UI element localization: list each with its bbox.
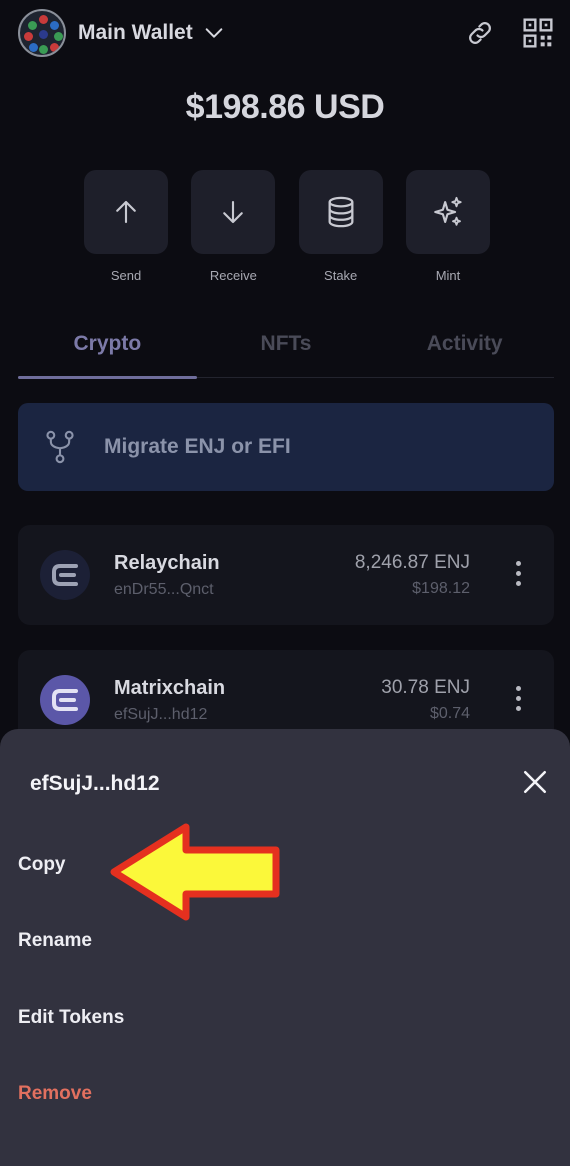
qr-code-icon[interactable] <box>522 17 554 49</box>
migrate-label: Migrate ENJ or EFI <box>104 435 291 458</box>
tab-crypto[interactable]: Crypto <box>18 322 197 379</box>
receive-action: Receive <box>191 170 276 283</box>
token-values: 8,246.87 ENJ $198.12 <box>355 552 470 598</box>
mint-label: Mint <box>435 268 461 283</box>
send-button[interactable] <box>84 170 168 254</box>
token-options-sheet: efSujJ...hd12 Copy Rename Edit Tokens Re… <box>0 729 570 1166</box>
token-values: 30.78 ENJ $0.74 <box>381 677 470 723</box>
total-balance: $198.86 USD <box>185 88 385 126</box>
edit-tokens-menu-item[interactable]: Edit Tokens <box>18 1007 124 1029</box>
header: Main Wallet <box>18 6 554 60</box>
send-action: Send <box>84 170 168 283</box>
token-amount: 30.78 ENJ <box>381 677 470 698</box>
sheet-title: efSujJ...hd12 <box>30 772 160 795</box>
chevron-down-icon[interactable] <box>203 22 225 44</box>
more-options-icon[interactable] <box>516 686 522 711</box>
stake-button[interactable] <box>298 170 383 254</box>
rename-menu-item[interactable]: Rename <box>18 930 92 952</box>
more-options-icon[interactable] <box>516 561 522 586</box>
stake-action: Stake <box>298 170 383 283</box>
tab-activity[interactable]: Activity <box>375 322 554 377</box>
token-usd-value: $198.12 <box>412 580 470 597</box>
token-info: Matrixchain efSujJ...hd12 <box>114 677 225 724</box>
stake-label: Stake <box>324 268 358 283</box>
copy-menu-item[interactable]: Copy <box>18 854 66 876</box>
enjin-logo-icon <box>40 550 90 600</box>
token-amount: 8,246.87 ENJ <box>354 552 470 573</box>
database-icon <box>328 196 354 228</box>
mint-button[interactable] <box>405 170 490 254</box>
wallet-screen: Main Wallet $198.86 USD Send Receive Sta… <box>0 0 570 1166</box>
receive-button[interactable] <box>191 170 276 254</box>
token-name: Matrixchain <box>114 676 226 699</box>
enjin-logo-icon <box>40 675 90 725</box>
send-label: Send <box>110 268 142 283</box>
migrate-banner[interactable]: Migrate ENJ or EFI <box>18 403 554 491</box>
action-bar: Send Receive Stake Mint <box>84 170 490 283</box>
token-address: efSujJ...hd12 <box>114 705 208 723</box>
token-card-relaychain[interactable]: Relaychain enDr55...Qnct 8,246.87 ENJ $1… <box>18 525 554 625</box>
arrow-up-icon <box>116 200 136 224</box>
annotation-arrow-icon <box>110 823 280 921</box>
wallet-name[interactable]: Main Wallet <box>78 21 193 45</box>
asset-tabs: Crypto NFTs Activity <box>18 322 554 379</box>
token-usd-value: $0.74 <box>429 705 470 722</box>
remove-menu-item[interactable]: Remove <box>18 1083 92 1105</box>
token-name: Relaychain <box>114 551 220 574</box>
mint-action: Mint <box>405 170 490 283</box>
wallet-avatar[interactable] <box>18 9 66 57</box>
sparkles-icon <box>434 196 462 226</box>
arrow-down-icon <box>223 200 244 224</box>
tab-nfts[interactable]: NFTs <box>197 322 376 377</box>
token-info: Relaychain enDr55...Qnct <box>114 552 220 599</box>
receive-label: Receive <box>209 268 257 283</box>
token-address: enDr55...Qnct <box>114 580 214 598</box>
fork-icon <box>46 430 74 464</box>
link-icon[interactable] <box>464 17 496 49</box>
close-icon[interactable] <box>522 769 548 795</box>
